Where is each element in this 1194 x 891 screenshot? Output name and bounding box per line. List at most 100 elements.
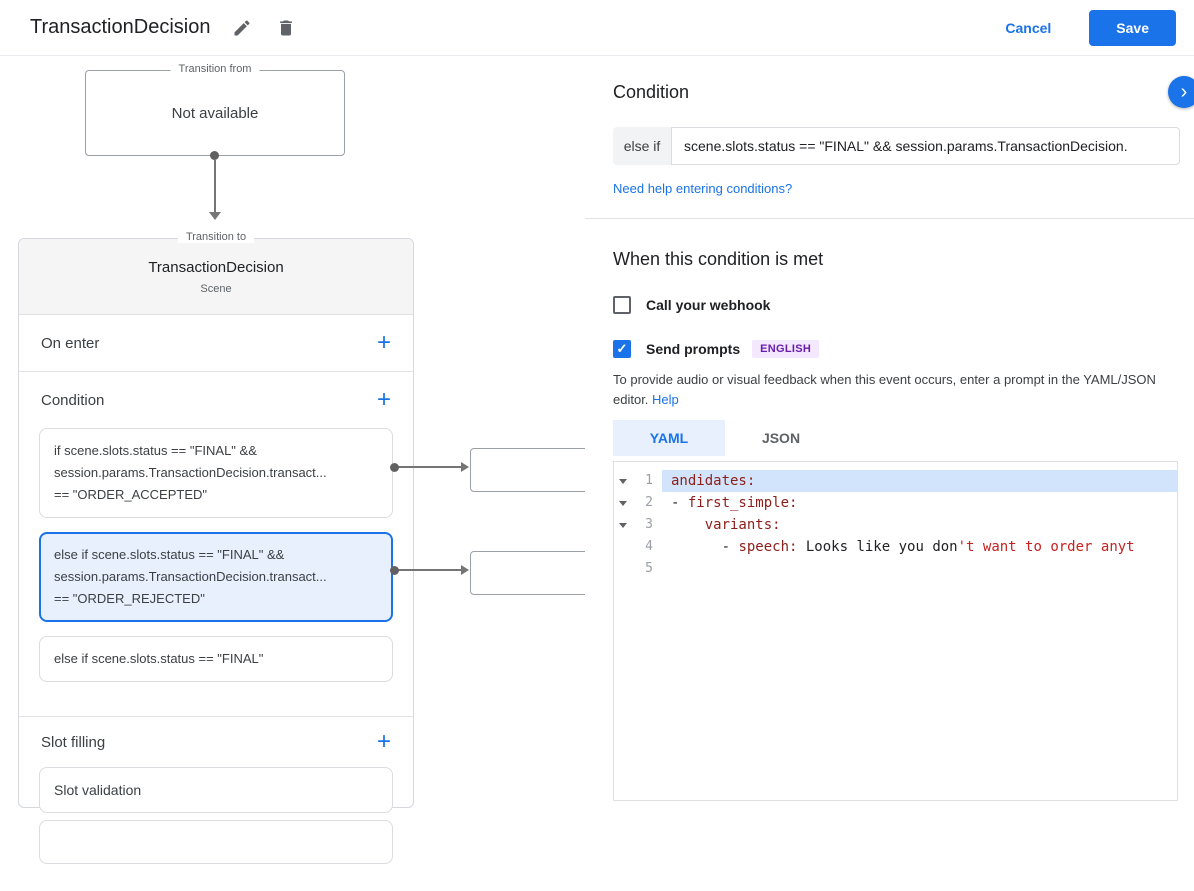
send-prompts-label: Send prompts xyxy=(646,341,741,357)
editor-line[interactable]: 2 - first_simple: xyxy=(614,492,1177,514)
editor-line[interactable]: 1 andidates: xyxy=(614,470,1177,492)
fold-arrow-icon[interactable] xyxy=(619,523,627,528)
prompt-description-text: To provide audio or visual feedback when… xyxy=(613,372,1156,407)
editor-gutter: 1 xyxy=(614,470,662,492)
add-on-enter-button[interactable]: + xyxy=(377,331,391,355)
collapse-panel-button[interactable]: › xyxy=(1168,76,1194,108)
transition-to-label: Transition to xyxy=(177,231,255,243)
slot-filling-section-header: Slot filling + xyxy=(19,717,413,767)
editor-gutter: 4 xyxy=(614,536,662,558)
webhook-label: Call your webhook xyxy=(646,297,771,313)
condition-card[interactable]: else if scene.slots.status == "FINAL" xyxy=(39,636,393,682)
language-badge: ENGLISH xyxy=(752,340,820,358)
scene-title: TransactionDecision xyxy=(148,258,284,276)
condition-card-line: session.params.TransactionDecision.trans… xyxy=(54,465,327,480)
connector-line xyxy=(214,160,216,212)
condition-input[interactable]: scene.slots.status == "FINAL" && session… xyxy=(671,127,1180,165)
editor-tabs: YAML JSON xyxy=(613,420,1194,456)
tab-json[interactable]: JSON xyxy=(725,420,837,456)
top-bar: TransactionDecision Cancel Save xyxy=(0,0,1194,56)
condition-card-line: == "ORDER_ACCEPTED" xyxy=(54,487,207,502)
condition-input-value: scene.slots.status == "FINAL" && session… xyxy=(684,138,1128,154)
slot-filling-section-title: Slot filling xyxy=(41,733,106,751)
editor-gutter: 5 xyxy=(614,558,662,580)
editor-lines: 1 andidates: 2- first_simple: 3 variants: 4 … xyxy=(614,470,1177,580)
cancel-button[interactable]: Cancel xyxy=(1005,20,1051,36)
fold-arrow-icon[interactable] xyxy=(619,479,627,484)
editor-line[interactable]: 4 - speech: Looks like you don't want to… xyxy=(614,536,1177,558)
send-prompts-checkbox[interactable] xyxy=(613,340,631,358)
add-slot-button[interactable]: + xyxy=(377,730,391,754)
add-condition-button[interactable]: + xyxy=(377,388,391,412)
prompt-description: To provide audio or visual feedback when… xyxy=(613,370,1165,410)
code-line-content: - speech: Looks like you don't want to o… xyxy=(671,539,1135,555)
connector-dot xyxy=(390,566,399,575)
line-number: 2 xyxy=(645,495,653,510)
when-met-heading: When this condition is met xyxy=(613,249,824,269)
delete-icon[interactable] xyxy=(274,16,298,40)
connector-line xyxy=(397,569,461,571)
page-title: TransactionDecision xyxy=(30,16,211,38)
editor-gutter: 3 xyxy=(614,514,662,536)
fold-arrow-icon[interactable] xyxy=(619,501,627,506)
code-line-content: - first_simple: xyxy=(671,495,798,511)
line-number: 1 xyxy=(645,473,653,488)
editor-gutter: 2 xyxy=(614,492,662,514)
condition-operator: else if xyxy=(613,127,671,165)
slot-filling-cards: Slot validation xyxy=(19,767,413,891)
condition-card[interactable]: if scene.slots.status == "FINAL" && sessi… xyxy=(39,428,393,518)
code-line-content xyxy=(662,558,1177,580)
condition-editor-panel: › Condition else if scene.slots.status =… xyxy=(585,56,1194,806)
tab-yaml[interactable]: YAML xyxy=(613,420,725,456)
edit-icon[interactable] xyxy=(230,16,254,40)
condition-card-line: if scene.slots.status == "FINAL" && xyxy=(54,443,257,458)
panel-divider xyxy=(585,218,1194,219)
scene-header[interactable]: TransactionDecision Scene xyxy=(19,239,413,315)
line-number: 5 xyxy=(645,561,653,576)
condition-card-line: else if scene.slots.status == "FINAL" && xyxy=(54,547,285,562)
condition-card-line: else if scene.slots.status == "FINAL" xyxy=(54,651,264,666)
slot-card[interactable]: Slot validation xyxy=(39,767,393,813)
slot-card[interactable] xyxy=(39,820,393,864)
scene-subtitle: Scene xyxy=(200,282,232,295)
connector-arrowhead-icon xyxy=(461,565,469,575)
transition-to-box: Transition to TransactionDecision Scene … xyxy=(18,231,414,864)
transition-target-box[interactable] xyxy=(470,551,590,595)
editor-line[interactable]: 3 variants: xyxy=(614,514,1177,536)
save-button[interactable]: Save xyxy=(1089,9,1176,46)
on-enter-title: On enter xyxy=(41,334,100,352)
slot-card-line: Slot validation xyxy=(54,782,142,798)
connector-dot xyxy=(210,151,219,160)
condition-help-link[interactable]: Need help entering conditions? xyxy=(613,181,792,196)
send-prompts-row: Send prompts ENGLISH xyxy=(613,340,1194,358)
condition-card[interactable]: else if scene.slots.status == "FINAL" &&… xyxy=(39,532,393,622)
editor-line[interactable]: 5 xyxy=(614,558,1177,580)
slot-filling-section: Slot filling + Slot validation xyxy=(19,717,413,891)
chevron-right-icon: › xyxy=(1180,80,1188,103)
transition-from-label: Transition from xyxy=(170,63,260,75)
condition-card-line: session.params.TransactionDecision.trans… xyxy=(54,569,327,584)
transition-from-box[interactable]: Transition from Not available xyxy=(85,63,345,156)
on-enter-row[interactable]: On enter + xyxy=(19,315,413,372)
panel-title: Condition xyxy=(613,82,690,102)
connector-line xyxy=(397,466,461,468)
transition-from-content: Not available xyxy=(171,104,259,122)
code-editor[interactable]: 1 andidates: 2- first_simple: 3 variants: 4 … xyxy=(613,461,1178,801)
connector-arrowhead-icon xyxy=(461,462,469,472)
condition-card-line: == "ORDER_REJECTED" xyxy=(54,591,205,606)
condition-section: Condition + if scene.slots.status == "FI… xyxy=(19,372,413,717)
webhook-row: Call your webhook xyxy=(613,296,1194,314)
webhook-checkbox[interactable] xyxy=(613,296,631,314)
line-number: 4 xyxy=(645,539,653,554)
help-link[interactable]: Help xyxy=(652,392,679,407)
line-number: 3 xyxy=(645,517,653,532)
condition-expression-row: else if scene.slots.status == "FINAL" &&… xyxy=(613,127,1180,165)
code-line-content: andidates: xyxy=(662,470,1177,492)
condition-section-title: Condition xyxy=(41,391,105,409)
connector-arrowhead-icon xyxy=(209,212,221,220)
condition-section-header: Condition + xyxy=(19,372,413,428)
condition-cards: if scene.slots.status == "FINAL" && sessi… xyxy=(19,428,413,716)
code-line-content: variants: xyxy=(704,517,781,533)
connector-dot xyxy=(390,463,399,472)
transition-target-box[interactable] xyxy=(470,448,590,492)
